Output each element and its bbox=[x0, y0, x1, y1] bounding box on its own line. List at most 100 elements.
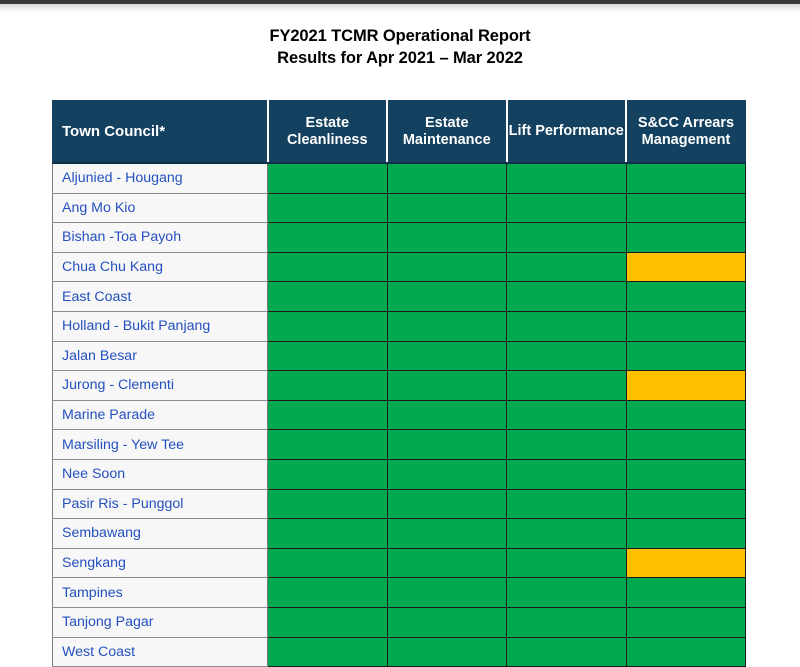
rating-cell-green: green bbox=[507, 548, 627, 578]
rating-cell-amber: amber bbox=[626, 548, 746, 578]
rating-value: green bbox=[507, 563, 508, 564]
rating-value: green bbox=[268, 385, 269, 386]
rating-value: green bbox=[507, 178, 508, 179]
rating-value: green bbox=[388, 326, 389, 327]
rating-cell-green: green bbox=[387, 193, 507, 223]
rating-value: green bbox=[388, 563, 389, 564]
rating-value: green bbox=[268, 445, 269, 446]
rating-cell-green: green bbox=[268, 252, 388, 282]
rating-cell-green: green bbox=[268, 400, 388, 430]
rating-cell-green: green bbox=[626, 519, 746, 549]
column-header-lift-performance: Lift Performance bbox=[507, 101, 627, 164]
rating-value: green bbox=[268, 504, 269, 505]
rating-value: green bbox=[507, 267, 508, 268]
rating-value: green bbox=[268, 593, 269, 594]
rating-cell-green: green bbox=[507, 519, 627, 549]
town-council-name: Marsiling - Yew Tee bbox=[53, 430, 268, 460]
table-row: Aljunied - Houganggreengreengreengreen bbox=[53, 163, 746, 193]
town-council-name: Marine Parade bbox=[53, 400, 268, 430]
rating-value: green bbox=[627, 237, 628, 238]
rating-cell-green: green bbox=[387, 578, 507, 608]
rating-cell-green: green bbox=[387, 311, 507, 341]
town-council-name: Bishan -Toa Payoh bbox=[53, 223, 268, 253]
rating-value: green bbox=[388, 385, 389, 386]
rating-cell-green: green bbox=[268, 223, 388, 253]
rating-value: green bbox=[268, 237, 269, 238]
rating-value: green bbox=[388, 415, 389, 416]
town-council-name: West Coast bbox=[53, 637, 268, 667]
table-row: Tampinesgreengreengreengreen bbox=[53, 578, 746, 608]
rating-cell-green: green bbox=[626, 607, 746, 637]
table-row: Jalan Besargreengreengreengreen bbox=[53, 341, 746, 371]
rating-cell-green: green bbox=[507, 459, 627, 489]
rating-cell-green: green bbox=[268, 163, 388, 193]
rating-cell-green: green bbox=[387, 548, 507, 578]
rating-value: green bbox=[388, 267, 389, 268]
table-row: Nee Soongreengreengreengreen bbox=[53, 459, 746, 489]
rating-cell-green: green bbox=[507, 282, 627, 312]
rating-cell-green: green bbox=[507, 578, 627, 608]
table-row: Pasir Ris - Punggolgreengreengreengreen bbox=[53, 489, 746, 519]
rating-cell-green: green bbox=[268, 311, 388, 341]
town-council-name: Aljunied - Hougang bbox=[53, 163, 268, 193]
column-header-estate-cleanliness: Estate Cleanliness bbox=[268, 101, 388, 164]
rating-cell-green: green bbox=[387, 223, 507, 253]
rating-cell-green: green bbox=[387, 519, 507, 549]
town-council-name: Chua Chu Kang bbox=[53, 252, 268, 282]
rating-cell-green: green bbox=[268, 371, 388, 401]
rating-value: green bbox=[627, 208, 628, 209]
rating-value: green bbox=[268, 533, 269, 534]
rating-cell-green: green bbox=[507, 341, 627, 371]
rating-value: green bbox=[388, 356, 389, 357]
rating-cell-green: green bbox=[268, 489, 388, 519]
page-top-edge-shadow bbox=[0, 4, 800, 13]
table-body: Aljunied - Hougang green green green green An… bbox=[53, 163, 746, 667]
town-council-name: Sembawang bbox=[53, 519, 268, 549]
rating-value: green bbox=[388, 474, 389, 475]
rating-value: green bbox=[388, 178, 389, 179]
rating-cell-green: green bbox=[268, 519, 388, 549]
rating-value: green bbox=[627, 593, 628, 594]
rating-cell-amber: amber bbox=[626, 371, 746, 401]
rating-value: green bbox=[268, 178, 269, 179]
rating-cell-green: green bbox=[626, 578, 746, 608]
rating-value: green bbox=[627, 415, 628, 416]
rating-value: green bbox=[507, 504, 508, 505]
rating-cell-green: green bbox=[387, 607, 507, 637]
rating-cell-green: green bbox=[626, 430, 746, 460]
rating-cell-green: green bbox=[507, 489, 627, 519]
rating-cell-green: green bbox=[626, 637, 746, 667]
rating-cell-green: green bbox=[268, 578, 388, 608]
rating-cell-green: green bbox=[626, 311, 746, 341]
rating-cell-green: green bbox=[387, 430, 507, 460]
column-header-town-council: Town Council* bbox=[53, 101, 268, 164]
table-row: East Coastgreengreengreengreen bbox=[53, 282, 746, 312]
table-row: Ang Mo Kiogreengreengreengreen bbox=[53, 193, 746, 223]
rating-value: green bbox=[268, 622, 269, 623]
rating-value: green bbox=[268, 474, 269, 475]
page-title: FY2021 TCMR Operational Report Results f… bbox=[0, 25, 800, 69]
town-council-name: East Coast bbox=[53, 282, 268, 312]
rating-value: amber bbox=[627, 385, 628, 386]
rating-value: green bbox=[268, 267, 269, 268]
rating-value: green bbox=[627, 445, 628, 446]
rating-cell-green: green bbox=[507, 607, 627, 637]
rating-cell-green: green bbox=[626, 459, 746, 489]
rating-cell-green: green bbox=[387, 341, 507, 371]
town-council-name: Ang Mo Kio bbox=[53, 193, 268, 223]
rating-value: green bbox=[388, 622, 389, 623]
rating-value: green bbox=[507, 415, 508, 416]
rating-cell-green: green bbox=[387, 459, 507, 489]
rating-value: green bbox=[627, 504, 628, 505]
rating-value: green bbox=[507, 356, 508, 357]
town-council-name: Tanjong Pagar bbox=[53, 607, 268, 637]
rating-cell-green: green bbox=[626, 223, 746, 253]
rating-value: green bbox=[268, 356, 269, 357]
rating-cell-green: green bbox=[626, 489, 746, 519]
rating-value: green bbox=[627, 356, 628, 357]
rating-value: green bbox=[388, 533, 389, 534]
rating-cell-green: green bbox=[387, 637, 507, 667]
rating-value: amber bbox=[627, 563, 628, 564]
rating-value: green bbox=[507, 533, 508, 534]
rating-value: green bbox=[627, 326, 628, 327]
